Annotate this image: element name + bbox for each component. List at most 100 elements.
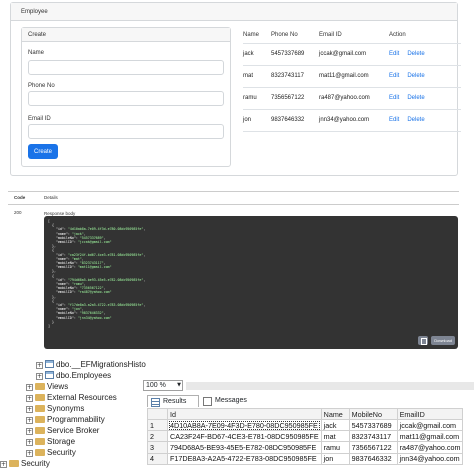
create-form: Create Name Phone No Email ID Create [21,27,231,167]
col-email: Email ID [319,27,389,44]
cell-name[interactable]: jack [320,418,350,432]
cell-id[interactable]: F17DE8A3-A2A5-4722-E783-08DC950985FE [167,452,322,465]
edit-link[interactable]: Edit [389,51,399,57]
cell-id[interactable]: 4D10AB8A-7E09-4F3D-E780-08DC950985FE [167,418,322,432]
row-email: jnn34@yahoo.com [319,109,389,132]
row-phone: 7356567122 [271,87,319,110]
row-phone: 5457337689 [271,43,319,66]
tree-item-storage[interactable]: + Storage [26,437,75,447]
folder-icon [35,394,45,401]
edit-link[interactable]: Edit [389,117,399,123]
tree-item-views[interactable]: + Views [26,382,68,392]
copy-icon[interactable] [418,336,428,345]
cell-email[interactable]: jccak@gmail.com [396,418,464,432]
cell-mobile[interactable]: 5457337689 [348,418,398,432]
expand-icon[interactable]: + [36,373,43,380]
delete-link[interactable]: Delete [407,117,424,123]
row-actions: Edit Delete [389,65,461,88]
tab-results[interactable]: Results [147,395,199,407]
tree-item-security[interactable]: + Security [26,448,76,458]
email-input[interactable] [28,124,224,139]
tree-item-efmigrations[interactable]: + dbo.__EFMigrationsHisto [36,360,146,370]
cell-id[interactable]: 794D68A5-BE93-45E5-E782-08DC950985FE [167,441,322,454]
row-email: mat11@gmail.com [319,65,389,88]
tree-item-service-broker[interactable]: + Service Broker [26,426,99,436]
edit-link[interactable]: Edit [389,95,399,101]
chevron-down-icon: ▼ [177,382,181,388]
zoom-select[interactable]: 100 % ▼ [143,380,183,391]
cell-mobile[interactable]: 8323743117 [348,430,398,443]
cell-name[interactable]: jon [320,452,350,465]
folder-icon [35,405,45,412]
tree-item-programmability[interactable]: + Programmability [26,415,105,425]
edit-link[interactable]: Edit [389,73,399,79]
delete-link[interactable]: Delete [407,51,424,57]
row-phone: 8323743117 [271,65,319,88]
row-actions: Edit Delete [389,109,461,132]
cell-email[interactable]: jnn34@yahoo.com [396,452,464,465]
col-action: Action [389,27,461,44]
create-button[interactable]: Create [28,144,58,159]
table-icon [45,371,54,379]
col-phone: Phone No [271,27,319,44]
expand-icon[interactable]: + [26,450,33,457]
swagger-header: Code Details [8,192,459,205]
employee-card: Employee Create Name Phone No Email ID C… [10,2,461,176]
row-actions: Edit Delete [389,43,461,66]
expand-icon[interactable]: + [26,406,33,413]
cell-name[interactable]: ramu [320,441,350,454]
employee-card-title: Employee [11,3,457,21]
folder-icon [35,416,45,423]
cell-email[interactable]: ra487@yahoo.com [396,441,464,454]
tree-item-server-security[interactable]: + Security [0,459,50,469]
delete-link[interactable]: Delete [407,95,424,101]
horizontal-scrollbar[interactable] [186,382,474,390]
phone-input[interactable] [28,91,224,106]
code-column-header: Code [14,195,26,200]
grid-header-name: Name [320,408,350,420]
expand-icon[interactable]: + [26,428,33,435]
tree-item-external-resources[interactable]: + External Resources [26,393,117,403]
grid-row: 2 CA23F24F-BD67-4CE3-E781-08DC950985FE m… [147,430,464,443]
table-icon [45,360,54,368]
cell-mobile[interactable]: 9837646332 [348,452,398,465]
ssms-window: + dbo.__EFMigrationsHisto + dbo.Employees … [0,352,474,470]
col-name: Name [243,27,271,44]
expand-icon[interactable]: + [0,461,7,468]
create-form-title: Create [22,28,230,42]
grid-header-mobile: MobileNo [348,408,398,420]
employee-table: Name Phone No Email ID Action jack 54573… [243,27,461,132]
status-code: 200 [14,210,22,215]
grid-row: 3 794D68A5-BE93-45E5-E782-08DC950985FE r… [147,441,464,454]
delete-link[interactable]: Delete [407,73,424,79]
grid-row: 1 4D10AB8A-7E09-4F3D-E780-08DC950985FE j… [147,418,464,432]
folder-icon [35,438,45,445]
tree-item-synonyms[interactable]: + Synonyms [26,404,84,414]
table-row: jack 5457337689 jccak@gmail.com Edit Dele… [243,43,461,66]
expand-icon[interactable]: + [26,439,33,446]
cell-email[interactable]: mat11@gmail.com [396,430,464,443]
expand-icon[interactable]: + [26,384,33,391]
name-input[interactable] [28,60,224,75]
row-number: 3 [147,441,168,454]
cell-mobile[interactable]: 7356567122 [348,441,398,454]
row-name: jack [243,43,271,66]
row-name: ramu [243,87,271,110]
cell-name[interactable]: mat [320,430,350,443]
expand-icon[interactable]: + [26,417,33,424]
cell-id[interactable]: CA23F24F-BD67-4CE3-E781-08DC950985FE [167,430,322,443]
expand-icon[interactable]: + [36,362,43,369]
response-json: [ { "id": "4d10ab8a-7e09-4f3d-e780-08dc9… [48,219,146,329]
grid-header-email: EmailID [396,408,464,420]
row-name: jon [243,109,271,132]
row-email: jccak@gmail.com [319,43,389,66]
tree-item-employees[interactable]: + dbo.Employees [36,371,111,381]
folder-icon [35,383,45,390]
folder-icon [35,449,45,456]
row-name: mat [243,65,271,88]
row-actions: Edit Delete [389,87,461,110]
download-button[interactable]: Download [431,336,455,345]
row-number: 4 [147,452,168,465]
expand-icon[interactable]: + [26,395,33,402]
row-number: 1 [147,418,168,432]
